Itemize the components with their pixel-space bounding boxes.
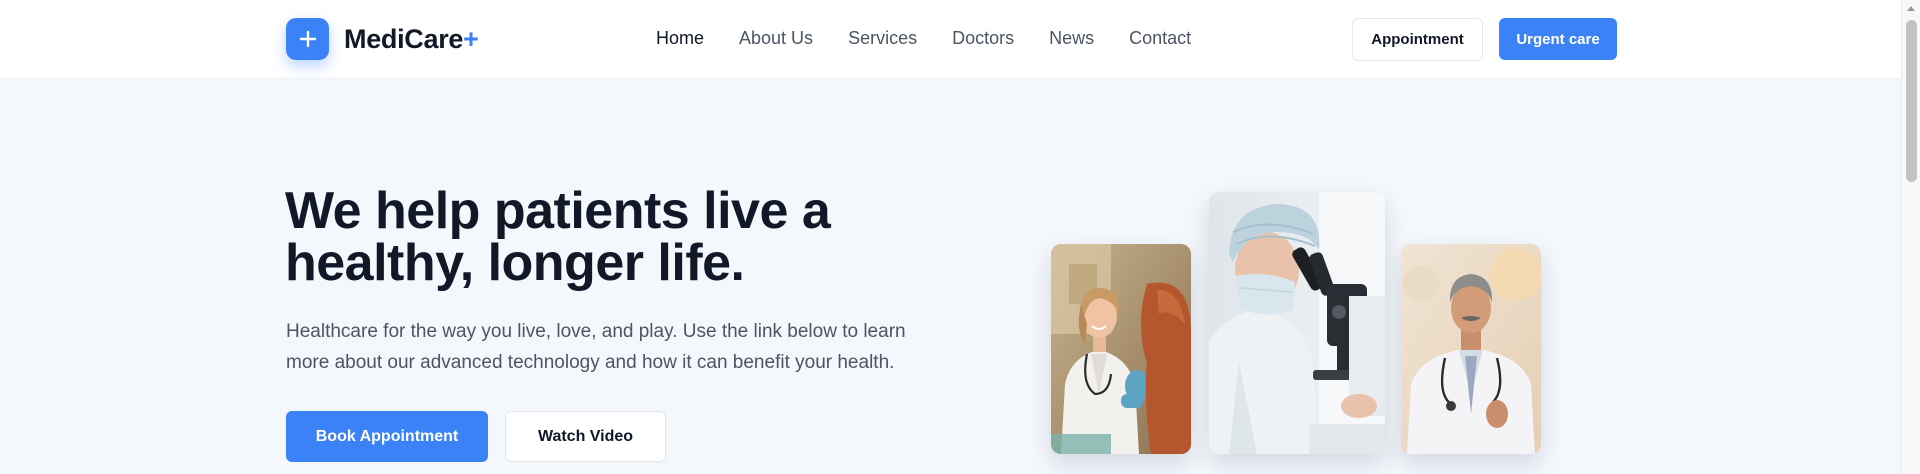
brand-plus: + (463, 23, 479, 54)
appointment-button[interactable]: Appointment (1352, 18, 1483, 61)
watch-video-button[interactable]: Watch Video (505, 411, 666, 462)
site-header: MediCare+ Home About Us Services Doctors… (0, 0, 1901, 79)
nav-services[interactable]: Services (848, 28, 917, 49)
senior-doctor-photo (1401, 244, 1541, 454)
lab-microscope-photo (1209, 192, 1385, 454)
nav-about-us[interactable]: About Us (739, 28, 813, 49)
book-appointment-button[interactable]: Book Appointment (286, 411, 488, 462)
scroll-up-arrow-icon[interactable] (1907, 6, 1915, 11)
brand-name: MediCare+ (344, 23, 479, 54)
main-nav: Home About Us Services Doctors News Cont… (656, 28, 1226, 49)
plus-icon (286, 18, 329, 60)
page-scrollbar[interactable] (1901, 0, 1920, 474)
hero-subtitle: Healthcare for the way you live, love, a… (286, 321, 906, 373)
nav-contact[interactable]: Contact (1129, 28, 1191, 49)
nav-home[interactable]: Home (656, 28, 704, 49)
nav-news[interactable]: News (1049, 28, 1094, 49)
brand-logo[interactable]: MediCare+ (286, 18, 479, 60)
urgent-care-button[interactable]: Urgent care (1499, 18, 1617, 60)
nav-doctors[interactable]: Doctors (952, 28, 1014, 49)
scroll-thumb[interactable] (1906, 20, 1917, 182)
doctor-with-patient-photo (1051, 244, 1191, 454)
hero-title: We help patients live a healthy, longer … (285, 182, 831, 292)
